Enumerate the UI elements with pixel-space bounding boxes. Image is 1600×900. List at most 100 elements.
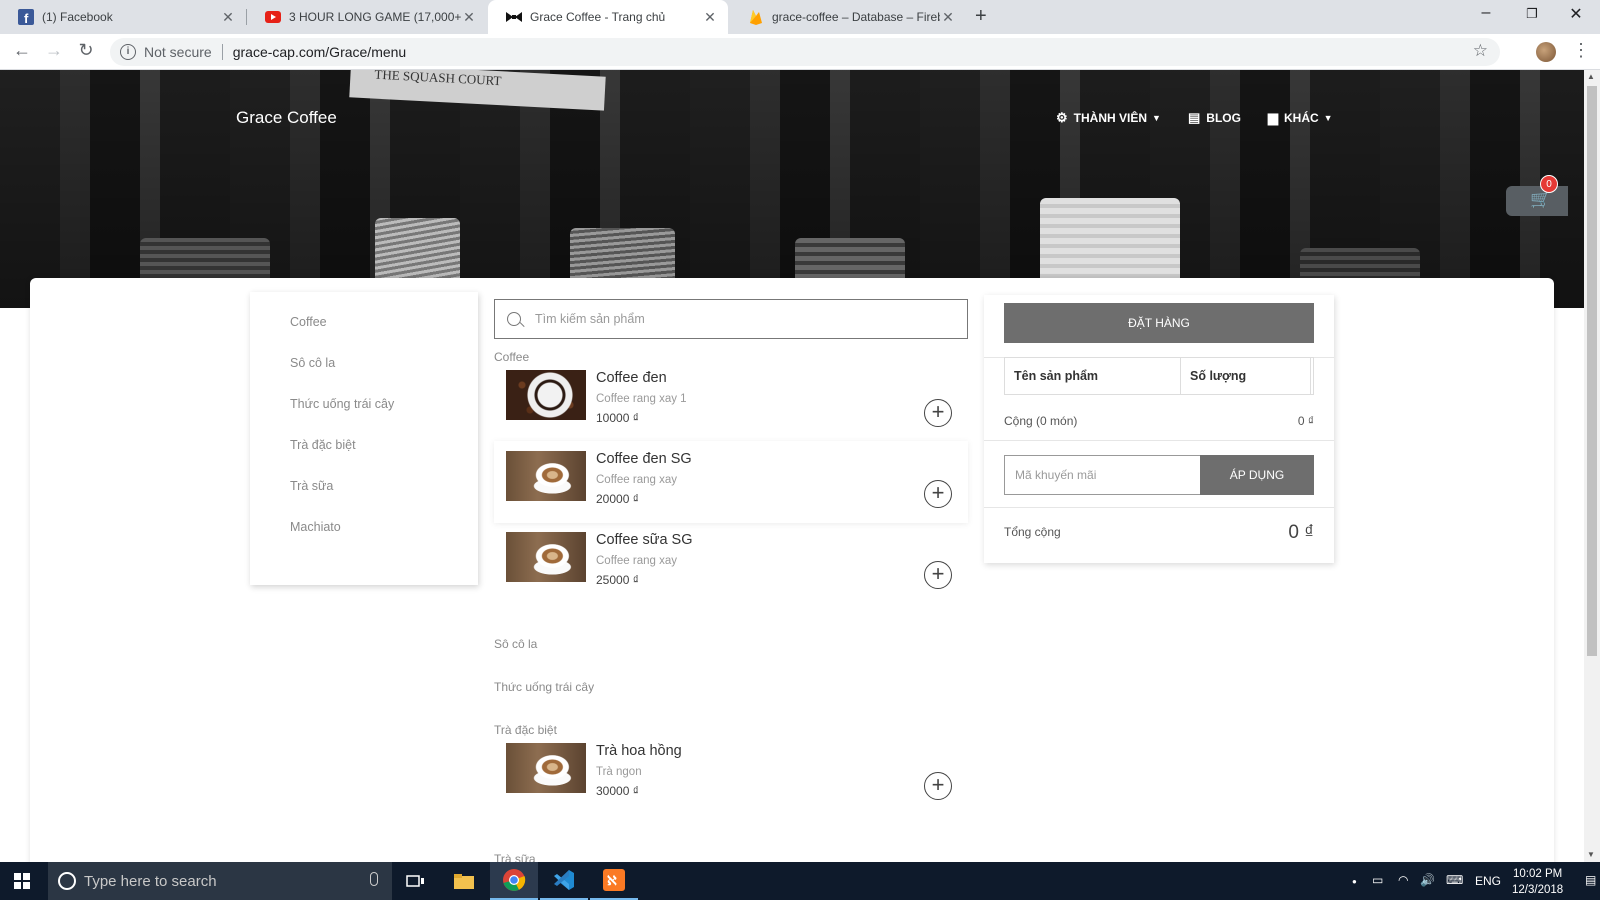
file-explorer-icon[interactable] [440,862,488,900]
blog-icon: ▤ [1188,110,1201,125]
caret-down-icon: ▼ [1323,113,1333,123]
browser-menu-icon[interactable]: ⋮ [1572,40,1590,61]
battery-icon[interactable]: ▭ [1372,873,1383,887]
bookmark-star-icon[interactable]: ☆ [1473,41,1488,61]
add-to-cart-plus-icon[interactable]: + [924,561,952,589]
subtotal-row: Cộng (0 món) 0 ₫ [1004,414,1314,428]
cart-count-badge: 0 [1540,175,1558,193]
category-item-machiato[interactable]: Machiato [250,515,478,556]
promo-code-input[interactable] [1004,455,1200,495]
browser-tab-strip: f (1) Facebook ✕ 3 HOUR LONG GAME (17,00… [0,0,1600,34]
tab-firebase[interactable]: grace-coffee – Database – Fireba ✕ [730,0,966,34]
chrome-icon[interactable] [490,862,538,900]
svg-text:ℵ: ℵ [607,873,617,888]
security-label: Not secure [144,44,212,60]
product-desc: Coffee rang xay 1 [596,393,687,405]
site-brand-link[interactable]: Grace Coffee [236,108,337,128]
page-viewport: THE SQUASH COURT Grace Coffee ⚙ THÀNH VI… [0,70,1584,862]
product-name: Coffee đen [596,370,667,386]
system-clock[interactable]: 10:02 PM 12/3/2018 [1512,866,1563,898]
close-icon[interactable]: ✕ [461,9,477,26]
category-item-coffee[interactable]: Coffee [250,310,478,351]
tab-facebook[interactable]: f (1) Facebook ✕ [0,0,246,34]
add-to-cart-plus-icon[interactable]: + [924,399,952,427]
notifications-icon[interactable]: ▤ [1585,873,1596,887]
nav-other[interactable]: ▆ KHÁC ▼ [1268,110,1333,126]
scrollbar-thumb[interactable] [1587,86,1597,656]
bowtie-icon [506,9,522,25]
section-title: Thức uống trái cây [494,680,595,694]
clock-date: 12/3/2018 [1512,884,1564,896]
nav-blog[interactable]: ▤ BLOG [1188,110,1241,126]
product-card: Coffee sữa SG Coffee rang xay 25000 ₫ + [494,522,968,604]
add-to-cart-plus-icon[interactable]: + [924,772,952,800]
language-indicator[interactable]: ENG [1475,874,1501,888]
windows-start-icon[interactable] [14,873,30,889]
microphone-icon[interactable] [370,872,378,886]
order-panel: ĐẶT HÀNG Tên sản phẩm Số lượng Cộng (0 m… [984,295,1334,563]
members-icon: ⚙ [1056,110,1068,125]
close-window-button[interactable]: ✕ [1553,4,1599,24]
product-price: 10000 ₫ [596,411,639,425]
keyboard-icon[interactable]: ⌨ [1446,873,1463,887]
info-icon[interactable]: i [120,44,136,60]
scroll-down-arrow-icon[interactable]: ▼ [1587,850,1595,859]
new-tab-button[interactable]: + [975,5,987,28]
product-desc: Coffee rang xay [596,555,677,567]
nav-label: KHÁC [1284,111,1319,125]
product-price: 20000 ₫ [596,492,639,506]
place-order-button[interactable]: ĐẶT HÀNG [1004,303,1314,343]
wifi-icon[interactable]: ◠ [1398,873,1408,887]
profile-avatar[interactable] [1536,42,1556,62]
tab-grace-coffee[interactable]: Grace Coffee - Trang chủ ✕ [488,0,728,34]
product-name: Coffee sữa SG [596,532,693,548]
close-icon[interactable]: ✕ [940,9,956,26]
category-item-milk-tea[interactable]: Trà sữa [250,474,478,515]
address-bar[interactable]: i Not secure grace-cap.com/Grace/menu ☆ [110,38,1500,66]
caret-down-icon: ▼ [1152,113,1161,123]
category-item-special-tea[interactable]: Trà đặc biệt [250,433,478,474]
reload-icon[interactable]: ↻ [74,40,98,61]
subtotal-value: 0 ₫ [1297,414,1314,428]
vscode-icon[interactable] [540,862,588,900]
category-item-chocolate[interactable]: Sô cô la [250,351,478,392]
product-image [506,532,586,582]
xampp-icon[interactable]: ℵ [590,862,638,900]
category-item-fruit-drinks[interactable]: Thức uống trái cây [250,392,478,433]
product-search[interactable] [494,299,968,339]
forward-arrow-icon[interactable]: → [42,40,66,61]
taskbar-search-box[interactable]: Type here to search [48,862,392,900]
nav-members[interactable]: ⚙ THÀNH VIÊN ▼ [1056,110,1161,126]
product-image [506,370,586,420]
url-text: grace-cap.com/Grace/menu [232,44,407,60]
column-header-quantity: Số lượng [1181,358,1311,394]
search-input[interactable] [535,312,935,326]
clock-time: 10:02 PM [1512,868,1563,880]
minimize-button[interactable]: – [1463,4,1509,22]
divider [221,44,223,60]
product-desc: Coffee rang xay [596,474,677,486]
close-icon[interactable]: ✕ [702,9,718,26]
tray-dot-icon[interactable]: ● [1352,877,1357,886]
product-name: Coffee đen SG [596,451,692,467]
product-card: Coffee đen SG Coffee rang xay 20000 ₫ + [494,441,968,523]
divider [984,440,1334,441]
apply-promo-button[interactable]: ÁP DỤNG [1200,455,1314,495]
product-image [506,451,586,501]
add-to-cart-plus-icon[interactable]: + [924,480,952,508]
cart-button[interactable]: 🛒 0 [1506,175,1568,216]
nav-label: BLOG [1206,111,1241,125]
tab-youtube[interactable]: 3 HOUR LONG GAME (17,000+ A ✕ [247,0,487,34]
task-view-icon[interactable] [392,862,440,900]
cortana-icon [58,872,76,890]
tab-title: grace-coffee – Database – Fireba [772,10,940,24]
column-header-product: Tên sản phẩm [1005,358,1181,394]
restore-button[interactable]: ❐ [1509,6,1555,22]
close-icon[interactable]: ✕ [220,9,236,26]
volume-icon[interactable]: 🔊 [1420,873,1435,887]
back-arrow-icon[interactable]: ← [10,40,34,61]
hero-banner: THE SQUASH COURT Grace Coffee ⚙ THÀNH VI… [0,70,1584,308]
other-icon: ▆ [1268,110,1278,125]
page-scrollbar[interactable]: ▲ ▼ [1584,70,1600,862]
scroll-up-arrow-icon[interactable]: ▲ [1587,72,1595,81]
